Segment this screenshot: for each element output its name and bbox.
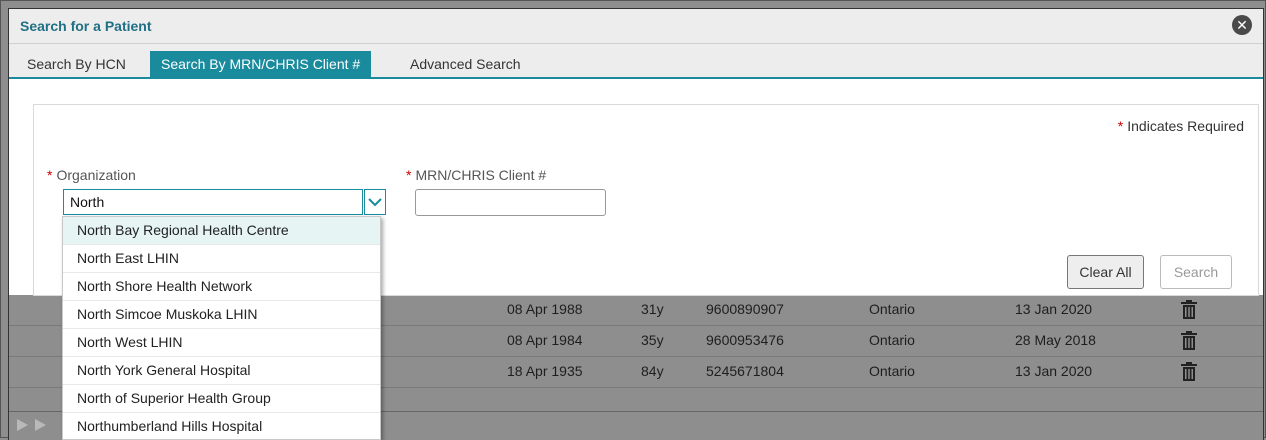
trash-icon[interactable] [1181, 362, 1197, 385]
dropdown-option[interactable]: North Simcoe Muskoka LHIN [63, 301, 380, 329]
date-cell: 13 Jan 2020 [1015, 301, 1093, 317]
organization-label: * Organization [47, 167, 136, 183]
dropdown-option[interactable]: North of Superior Health Group [63, 385, 380, 413]
next-page-icon[interactable] [17, 419, 28, 431]
required-star: * [1117, 118, 1124, 134]
dialog-header: Search for a Patient ✕ [9, 9, 1263, 44]
dropdown-option[interactable]: North West LHIN [63, 329, 380, 357]
required-note: * Indicates Required [1118, 118, 1244, 134]
mrn-label: * MRN/CHRIS Client # [406, 167, 546, 183]
dialog-title: Search for a Patient [20, 18, 152, 34]
age-cell: 31y [641, 301, 664, 317]
date-cell: 13 Jan 2020 [1015, 363, 1093, 379]
trash-icon[interactable] [1181, 300, 1197, 323]
dob-cell: 18 Apr 1935 [507, 363, 583, 379]
trash-icon[interactable] [1181, 331, 1197, 354]
hcn-cell: 5245671804 [706, 363, 784, 379]
hcn-cell: 9600953476 [706, 332, 784, 348]
age-cell: 35y [641, 332, 664, 348]
age-cell: 84y [641, 363, 664, 379]
province-cell: Ontario [869, 332, 915, 348]
dropdown-option[interactable]: North Bay Regional Health Centre [63, 217, 380, 245]
mrn-label-text: MRN/CHRIS Client # [415, 167, 547, 183]
tab-search-by-hcn[interactable]: Search By HCN [17, 51, 136, 77]
dropdown-option[interactable]: North York General Hospital [63, 357, 380, 385]
close-icon[interactable]: ✕ [1232, 15, 1252, 35]
dropdown-option[interactable]: Northumberland Hills Hospital [63, 413, 380, 439]
required-note-text: Indicates Required [1127, 118, 1244, 134]
hcn-cell: 9600890907 [706, 301, 784, 317]
date-cell: 28 May 2018 [1015, 332, 1096, 348]
dob-cell: 08 Apr 1988 [507, 301, 583, 317]
organization-dropdown: North Bay Regional Health Centre North E… [62, 216, 381, 440]
province-cell: Ontario [869, 363, 915, 379]
organization-label-text: Organization [56, 167, 136, 183]
dropdown-option[interactable]: North Shore Health Network [63, 273, 380, 301]
required-star: * [47, 167, 53, 183]
search-button[interactable]: Search [1160, 255, 1232, 289]
province-cell: Ontario [869, 301, 915, 317]
tab-search-by-mrn[interactable]: Search By MRN/CHRIS Client # [150, 51, 372, 77]
mrn-input[interactable] [415, 189, 606, 216]
tab-bar: Search By HCN Search By MRN/CHRIS Client… [9, 51, 1263, 79]
last-page-icon[interactable] [35, 419, 46, 431]
chevron-down-icon[interactable] [364, 189, 386, 215]
tab-advanced-search[interactable]: Advanced Search [400, 51, 531, 77]
organization-input[interactable] [63, 189, 363, 215]
dropdown-option[interactable]: North East LHIN [63, 245, 380, 273]
required-star: * [406, 167, 412, 183]
dob-cell: 08 Apr 1984 [507, 332, 583, 348]
clear-all-button[interactable]: Clear All [1067, 255, 1144, 289]
